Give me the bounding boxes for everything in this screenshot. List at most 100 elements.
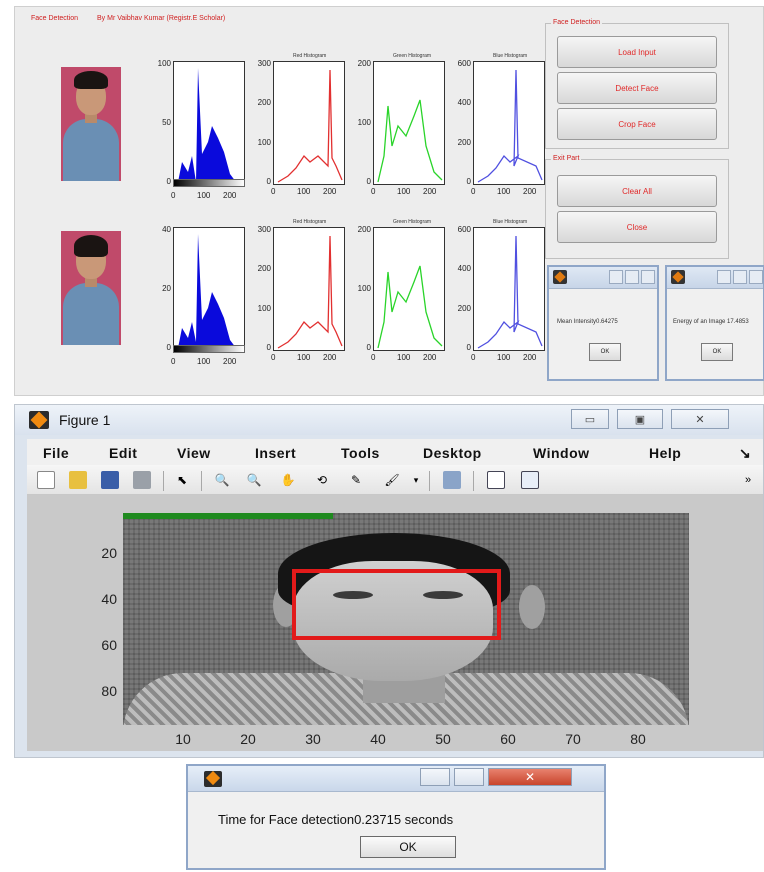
detect-face-button[interactable]: Detect Face — [557, 72, 717, 104]
y-tick-label: 0 — [266, 177, 271, 186]
x-tick-label: 200 — [423, 187, 437, 196]
close-button[interactable]: Close — [557, 211, 717, 243]
maximize-icon[interactable]: ▣ — [617, 409, 663, 429]
y-tick-label: 200 — [257, 98, 271, 108]
y-tick-label: 600 — [457, 59, 471, 68]
face-group-title: Face Detection — [551, 19, 603, 26]
mean-intensity-text: Mean Intensity0.64275 — [557, 319, 618, 325]
x-tick-label: 100 — [497, 187, 511, 196]
blue-histogram — [473, 227, 545, 351]
legend-icon[interactable] — [521, 471, 539, 489]
figure-x-tick-label: 50 — [435, 731, 451, 747]
x-tick-label: 200 — [323, 353, 337, 362]
colorbar-icon[interactable] — [487, 471, 505, 489]
red-histogram — [273, 227, 345, 351]
energy-ok-button[interactable]: OK — [701, 343, 733, 361]
y-tick-label: 300 — [257, 225, 271, 234]
green-histogram — [373, 61, 445, 185]
time-dialog: ✕ Time for Face detection0.23715 seconds… — [186, 764, 606, 870]
brush-dropdown-icon[interactable]: ▾ — [407, 471, 425, 489]
figure-title: Figure 1 — [59, 412, 111, 428]
y-tick-label: 0 — [466, 177, 471, 186]
x-tick-label: 100 — [197, 357, 211, 366]
crop-face-button[interactable]: Crop Face — [557, 108, 717, 140]
x-tick-label: 100 — [397, 187, 411, 196]
author-title: By Mr Vaibhav Kumar (Registr.E Scholar) — [95, 15, 228, 22]
menu-dock-arrow-icon[interactable]: ↘ — [739, 445, 751, 462]
menu-insert[interactable]: Insert — [255, 445, 296, 461]
close-icon[interactable]: ✕ — [671, 409, 729, 429]
data-cursor-icon[interactable]: ✎ — [347, 471, 365, 489]
maximize-icon[interactable] — [625, 270, 639, 284]
y-tick-label: 200 — [457, 137, 471, 147]
x-tick-label: 0 — [171, 357, 176, 366]
menu-tools[interactable]: Tools — [341, 445, 380, 461]
save-icon[interactable] — [101, 471, 119, 489]
figure-title-bar: Figure 1 ▭ ▣ ✕ — [15, 405, 763, 435]
print-icon[interactable] — [133, 471, 151, 489]
x-tick-label: 0 — [371, 353, 376, 362]
minimize-icon[interactable] — [717, 270, 731, 284]
figure-x-tick-label: 60 — [500, 731, 516, 747]
minimize-icon[interactable] — [420, 768, 450, 786]
figure-y-tick-label: 80 — [101, 683, 117, 699]
new-figure-icon[interactable] — [37, 471, 55, 489]
time-ok-button[interactable]: OK — [360, 836, 456, 858]
y-tick-label: 100 — [257, 137, 271, 147]
time-message: Time for Face detection0.23715 seconds — [218, 812, 454, 827]
grayscale-colorbar — [173, 179, 245, 187]
green-histogram-line — [377, 99, 443, 183]
exit-group-title: Exit Part — [551, 155, 582, 162]
y-tick-label: 200 — [357, 225, 371, 234]
y-tick-label: 0 — [166, 177, 171, 186]
red-histogram — [273, 61, 345, 185]
zoom-out-icon[interactable]: 🔍 — [245, 471, 263, 489]
pan-hand-icon[interactable]: ✋ — [279, 471, 297, 489]
zoom-in-icon[interactable]: 🔍 — [213, 471, 231, 489]
mean-ok-button[interactable]: OK — [589, 343, 621, 361]
toolbar-overflow-icon[interactable]: » — [739, 471, 757, 489]
close-icon[interactable] — [749, 270, 763, 284]
menu-view[interactable]: View — [177, 445, 211, 461]
minimize-icon[interactable] — [609, 270, 623, 284]
figure-x-tick-label: 10 — [175, 731, 191, 747]
edit-plot-arrow-icon[interactable]: ⬉ — [173, 471, 191, 489]
clear-all-button[interactable]: Clear All — [557, 175, 717, 207]
y-tick-label: 0 — [266, 343, 271, 352]
green-histogram-line — [377, 265, 443, 349]
link-plot-icon[interactable] — [443, 471, 461, 489]
close-icon[interactable]: ✕ — [488, 768, 572, 786]
maximize-icon[interactable] — [733, 270, 747, 284]
y-tick-label: 100 — [157, 59, 171, 68]
menu-window[interactable]: Window — [533, 445, 590, 461]
rotate-3d-icon[interactable]: ⟲ — [313, 471, 331, 489]
energy-text: Energy of an Image 17.4853 — [673, 319, 749, 325]
detected-face-box — [292, 569, 501, 640]
x-tick-label: 0 — [471, 353, 476, 362]
panel-title: Face Detection — [29, 15, 81, 22]
open-file-icon[interactable] — [69, 471, 87, 489]
gray-histogram — [173, 61, 245, 185]
maximize-icon[interactable] — [454, 768, 484, 786]
menu-desktop[interactable]: Desktop — [423, 445, 482, 461]
minimize-icon[interactable]: ▭ — [571, 409, 609, 429]
menu-help[interactable]: Help — [649, 445, 681, 461]
menu-bar: File Edit View Insert Tools Desktop Wind… — [27, 439, 763, 465]
brush-icon[interactable]: 🖌 — [383, 471, 401, 489]
y-tick-label: 100 — [357, 118, 371, 127]
menu-file[interactable]: File — [43, 445, 69, 461]
figure-window: Figure 1 ▭ ▣ ✕ File Edit View Insert Too… — [14, 404, 764, 758]
x-tick-label: 200 — [523, 187, 537, 196]
y-tick-label: 50 — [162, 118, 171, 127]
face-detection-gui: Face Detection By Mr Vaibhav Kumar (Regi… — [14, 6, 764, 396]
image-axes — [123, 513, 689, 725]
load-input-button[interactable]: Load Input — [557, 36, 717, 68]
red-histogram-line — [277, 235, 343, 349]
figure-x-tick-label: 20 — [240, 731, 256, 747]
y-tick-label: 400 — [457, 264, 471, 274]
y-tick-label: 200 — [257, 264, 271, 274]
x-tick-label: 0 — [471, 187, 476, 196]
close-icon[interactable] — [641, 270, 655, 284]
y-tick-label: 300 — [257, 59, 271, 68]
menu-edit[interactable]: Edit — [109, 445, 137, 461]
